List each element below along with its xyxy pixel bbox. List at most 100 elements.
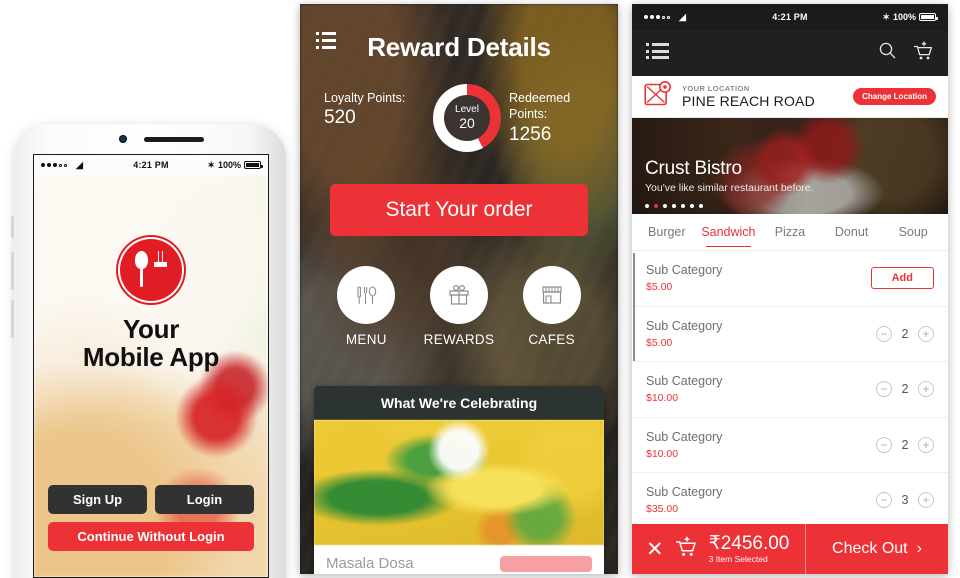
- change-location-button[interactable]: Change Location: [853, 88, 936, 105]
- quick-action-cafes[interactable]: CAFES: [512, 266, 592, 347]
- tab-sandwich[interactable]: Sandwich: [698, 214, 760, 250]
- item-name: Sub Category: [646, 485, 723, 500]
- item-name: Sub Category: [646, 429, 723, 444]
- points-summary: Loyalty Points: 520 Level 20 Redeemed Po…: [300, 84, 618, 152]
- tab-burger[interactable]: Burger: [636, 214, 698, 250]
- increment-button[interactable]: +: [918, 492, 934, 509]
- screenshot-canvas: ◢ 4:21 PM ✶ 100% Your Mobile App Sign Up…: [0, 0, 960, 578]
- checkout-button[interactable]: Check Out ›: [806, 540, 948, 558]
- status-time: 4:21 PM: [772, 12, 808, 22]
- loyalty-points-value: 520: [324, 107, 356, 129]
- location-bar: YOUR LOCATION PINE REACH ROAD Change Loc…: [632, 76, 948, 118]
- quantity-value: 3: [901, 493, 909, 508]
- status-bar: ◢ 4:21 PM ✶ 100%: [34, 155, 268, 175]
- chevron-right-icon: ›: [916, 540, 922, 557]
- phone-mockup-onboarding: ◢ 4:21 PM ✶ 100% Your Mobile App Sign Up…: [11, 124, 286, 578]
- location-label: YOUR LOCATION: [682, 84, 750, 93]
- checkout-bar: ✕ ₹2456.00 3 Item Selected Check Out ›: [632, 524, 948, 574]
- tab-donut[interactable]: Donut: [821, 214, 883, 250]
- cutlery-icon: [337, 266, 396, 324]
- item-name: Sub Category: [646, 318, 723, 333]
- item-price: $10.00: [646, 447, 679, 460]
- add-button[interactable]: Add: [870, 267, 934, 290]
- decrement-button[interactable]: −: [876, 381, 892, 398]
- page-title: Reward Details: [367, 32, 551, 62]
- decrement-button[interactable]: −: [876, 325, 892, 342]
- spoon-fork-logo-icon: [120, 239, 182, 301]
- quick-action-cafes-label: CAFES: [528, 332, 575, 347]
- onboarding-screen: ◢ 4:21 PM ✶ 100% Your Mobile App Sign Up…: [33, 154, 269, 578]
- decrement-button[interactable]: −: [876, 436, 892, 453]
- celebrating-card-image: [314, 420, 604, 545]
- quantity-value: 2: [901, 382, 909, 397]
- cart-item-count: 3 Item Selected: [708, 553, 768, 564]
- celebrating-card-title: What We're Celebrating: [314, 386, 604, 420]
- search-icon[interactable]: [878, 41, 897, 65]
- status-bar: ◢ 4:21 PM ✶ 100%: [632, 4, 948, 30]
- brand-title-line2: Mobile App: [82, 342, 220, 373]
- continue-without-login-button[interactable]: Continue Without Login: [48, 522, 254, 551]
- increment-button[interactable]: +: [918, 381, 934, 398]
- restaurant-hero-banner[interactable]: Crust Bistro You've like similar restaur…: [632, 118, 948, 214]
- list-menu-icon[interactable]: [646, 43, 669, 63]
- item-price: $5.00: [646, 336, 673, 349]
- battery-icon: [919, 13, 938, 21]
- storefront-icon: [522, 266, 581, 324]
- item-name: Sub Category: [646, 263, 723, 278]
- start-your-order-button[interactable]: Start Your order: [330, 184, 588, 236]
- map-location-icon: [644, 80, 673, 113]
- brand-block: Your Mobile App: [34, 239, 268, 371]
- quantity-value: 2: [901, 326, 909, 341]
- quick-action-rewards[interactable]: REWARDS: [419, 266, 499, 347]
- tab-pizza[interactable]: Pizza: [759, 214, 821, 250]
- close-icon[interactable]: ✕: [646, 539, 664, 560]
- login-button[interactable]: Login: [155, 485, 254, 514]
- redeemed-points-stat: Redeemed Points: 1256: [501, 90, 618, 146]
- item-price: $10.00: [646, 392, 679, 405]
- phone-volume-up-button: [11, 252, 14, 290]
- reward-details-screen: Reward Details Loyalty Points: 520 Level…: [300, 4, 618, 574]
- earpiece-speaker: [144, 137, 204, 142]
- item-name: Sub Category: [646, 374, 723, 389]
- cart-total-amount: ₹2456.00: [708, 533, 790, 555]
- scrollbar[interactable]: [633, 253, 635, 361]
- tab-soup[interactable]: Soup: [882, 214, 944, 250]
- sign-up-button[interactable]: Sign Up: [48, 485, 147, 514]
- restaurant-name: Crust Bistro: [645, 158, 742, 179]
- item-price: $35.00: [646, 503, 679, 516]
- redeemed-points-value: 1256: [509, 123, 552, 145]
- list-item[interactable]: Sub Category $10.00 − 2 +: [632, 418, 948, 473]
- carousel-dots[interactable]: [645, 204, 703, 208]
- increment-button[interactable]: +: [918, 325, 934, 342]
- list-item[interactable]: Sub Category $5.00 − 2 +: [632, 307, 948, 362]
- quick-action-menu-label: MENU: [345, 332, 387, 347]
- quantity-value: 2: [901, 437, 909, 452]
- list-item[interactable]: Sub Category $10.00 − 2 +: [632, 362, 948, 418]
- menu-item-list: Sub Category $5.00 Add Sub Category $5.0…: [632, 251, 948, 529]
- quick-action-rewards-label: REWARDS: [423, 332, 495, 347]
- level-value: 20: [459, 114, 475, 131]
- celebrating-card[interactable]: What We're Celebrating Masala Dosa: [314, 386, 604, 574]
- level-progress-donut: Level 20: [433, 84, 501, 152]
- spoon-icon: [135, 251, 148, 287]
- quick-actions: MENU REWARDS CAFES: [300, 266, 618, 347]
- add-to-cart-icon[interactable]: [913, 41, 934, 66]
- increment-button[interactable]: +: [918, 436, 934, 453]
- top-nav-bar: [632, 30, 948, 76]
- auth-actions: Sign Up Login Continue Without Login: [48, 485, 254, 551]
- quick-action-menu[interactable]: MENU: [326, 266, 406, 347]
- fork-icon: [154, 251, 167, 283]
- cart-icon: [675, 536, 698, 563]
- hamburger-list-icon[interactable]: [316, 32, 336, 53]
- brand-title-line1: Your: [122, 314, 180, 344]
- loyalty-points-stat: Loyalty Points: 520: [300, 90, 433, 130]
- item-price: $5.00: [646, 281, 673, 294]
- list-item[interactable]: Sub Category $35.00 − 3 +: [632, 473, 948, 529]
- decrement-button[interactable]: −: [876, 492, 892, 509]
- battery-icon: [244, 161, 263, 169]
- checkout-button-label: Check Out: [832, 540, 908, 557]
- cart-summary[interactable]: ✕ ₹2456.00 3 Item Selected: [632, 534, 805, 564]
- celebrating-card-action-button[interactable]: [500, 555, 592, 572]
- list-item[interactable]: Sub Category $5.00 Add: [632, 251, 948, 307]
- front-camera-icon: [119, 135, 127, 143]
